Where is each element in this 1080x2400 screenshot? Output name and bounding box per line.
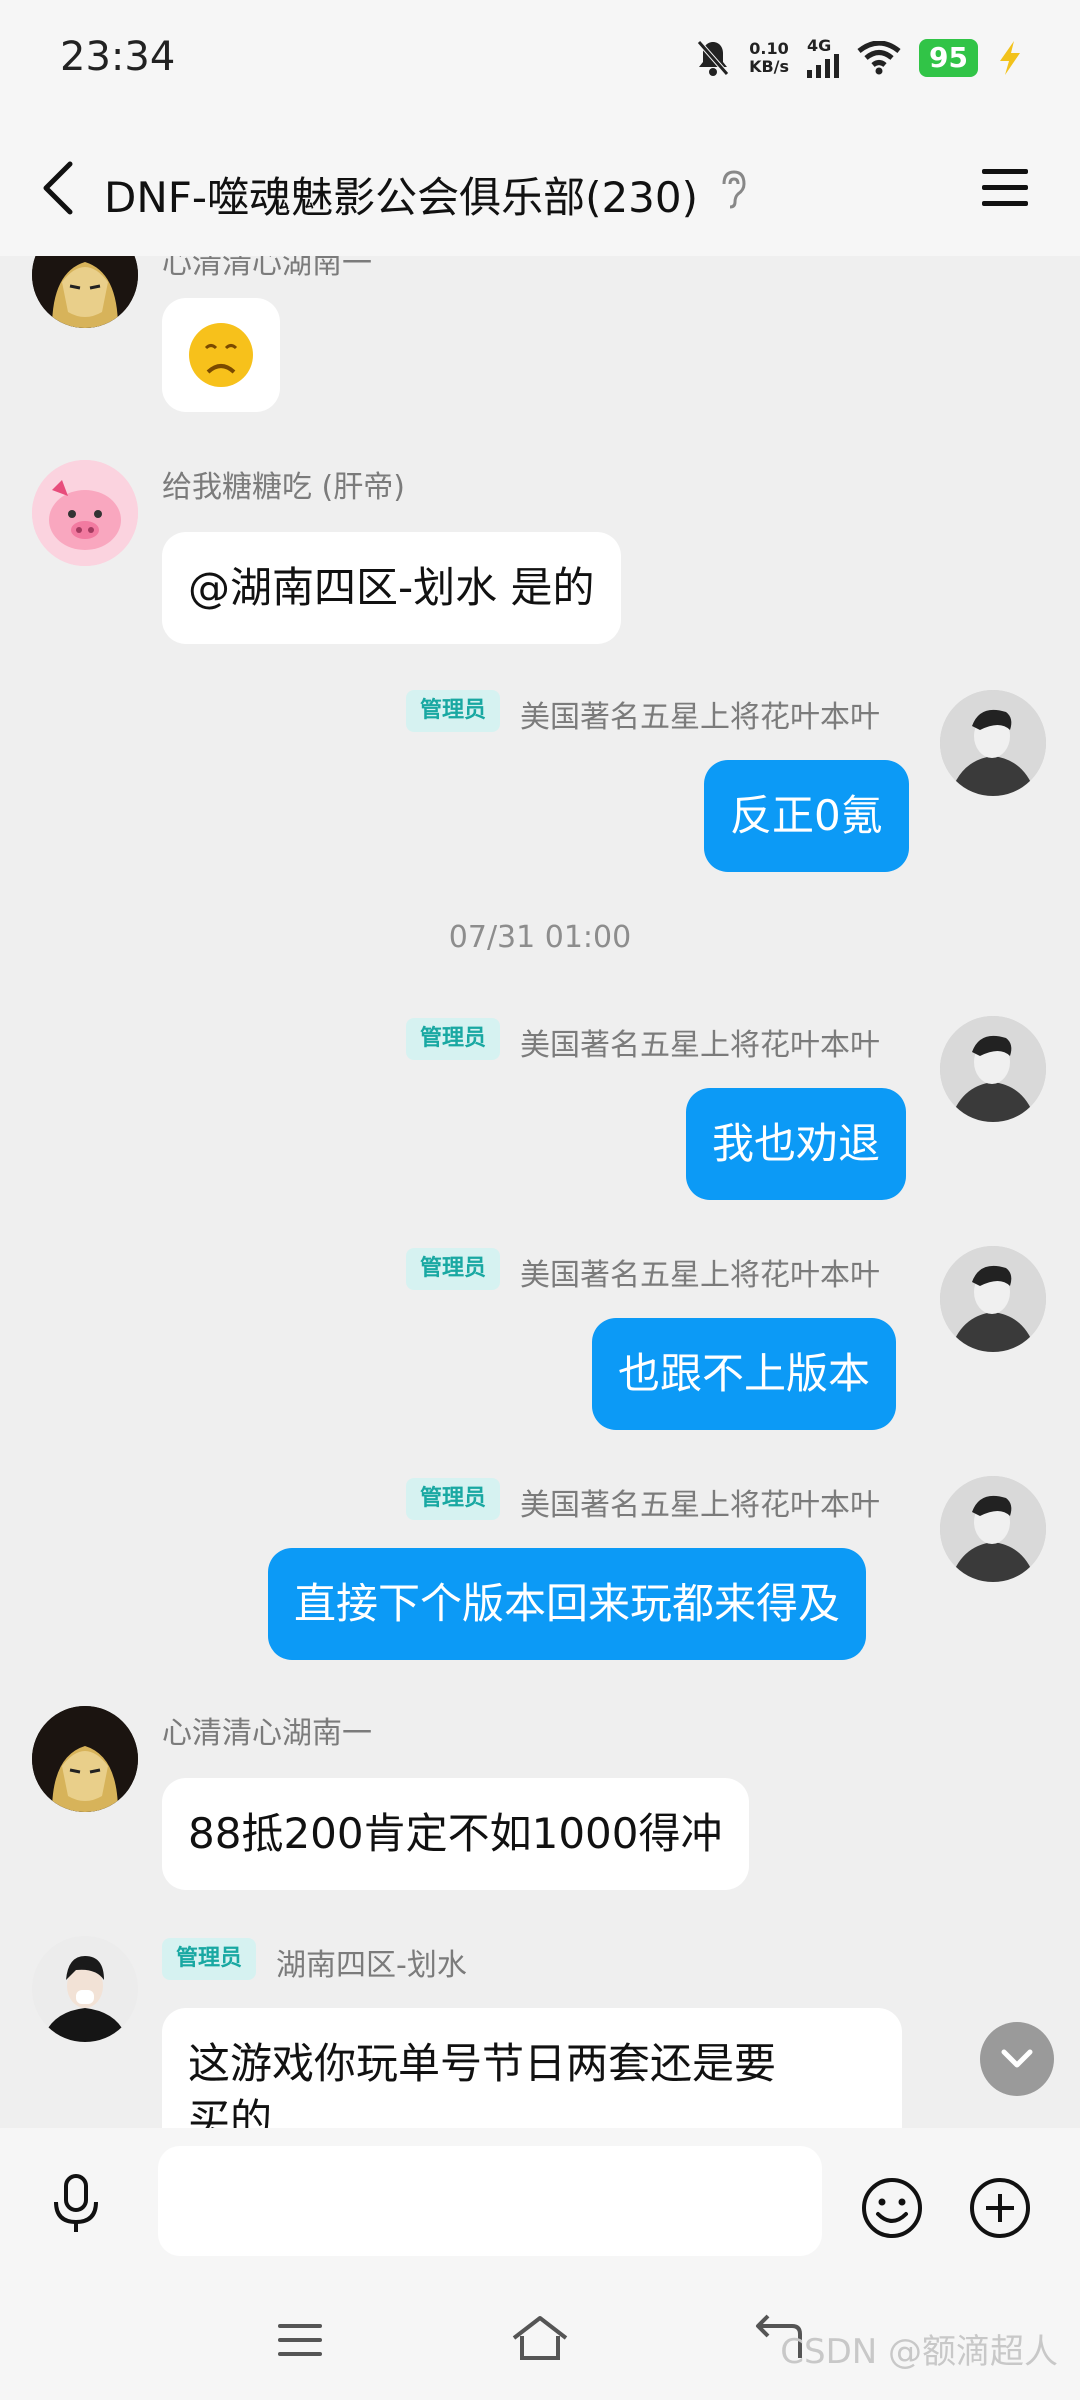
back-arrow-icon[interactable]: [34, 158, 84, 218]
net-speed-unit: KB/s: [749, 57, 790, 76]
watermark: CSDN @额滴超人: [780, 2332, 1058, 2372]
sender-name: 美国著名五星上将花叶本叶: [520, 1258, 880, 1293]
admin-badge: 管理员: [162, 1938, 257, 1980]
add-attachment-icon[interactable]: [968, 2176, 1032, 2240]
chevron-down-icon: [1001, 2049, 1033, 2068]
sender-name: 美国著名五星上将花叶本叶: [520, 700, 880, 735]
status-bar: 23:34 0.10 KB/s 4G 95: [0, 0, 1080, 118]
mute-bell-icon: [697, 40, 729, 76]
message-bubble[interactable]: 这游戏你玩单号节日两套还是要 买的: [162, 2008, 902, 2128]
more-menu-icon[interactable]: [980, 166, 1030, 210]
scroll-to-bottom-button[interactable]: [980, 2022, 1054, 2096]
message-line: 这游戏你玩单号节日两套还是要: [188, 2039, 777, 2088]
battery-level: 95: [919, 39, 978, 77]
group-title: DNF-噬魂魅影公会俱乐部(230): [104, 173, 699, 222]
avatar[interactable]: [32, 460, 138, 566]
sender-name: 心清清心湖南一: [162, 1716, 372, 1751]
avatar[interactable]: [940, 1016, 1046, 1122]
recent-apps-icon[interactable]: [276, 2320, 324, 2360]
chat-header: DNF-噬魂魅影公会俱乐部(230): [0, 118, 1080, 256]
admin-badge: 管理员: [406, 690, 501, 732]
message-bubble[interactable]: 反正0氪: [704, 760, 909, 872]
signal-icon: [807, 54, 840, 78]
input-bar: [0, 2128, 1080, 2280]
avatar[interactable]: [940, 1476, 1046, 1582]
earpiece-mode-icon[interactable]: [716, 168, 752, 210]
sender-name: 给我糖糖吃 (肝帝): [162, 470, 405, 505]
avatar[interactable]: [32, 1936, 138, 2042]
sad-emoji-icon: [189, 323, 253, 387]
message-list[interactable]: 心清清心湖南一 给我糖糖吃 (肝帝) @湖南四区-划水 是的 管理员 美国著名五…: [0, 256, 1080, 2128]
sender-name: 美国著名五星上将花叶本叶: [520, 1028, 880, 1063]
network-type: 4G: [807, 36, 832, 55]
status-icons: 0.10 KB/s 4G 95: [695, 34, 1024, 82]
admin-badge: 管理员: [406, 1248, 501, 1290]
sender-name: 心清清心湖南一: [162, 256, 372, 281]
emoji-icon[interactable]: [860, 2176, 924, 2240]
admin-badge: 管理员: [406, 1018, 501, 1060]
message-bubble[interactable]: @湖南四区-划水 是的: [162, 532, 621, 644]
sender-name: 美国著名五星上将花叶本叶: [520, 1488, 880, 1523]
home-icon[interactable]: [510, 2314, 570, 2364]
wifi-icon: [857, 41, 901, 75]
sender-name: 湖南四区-划水: [276, 1948, 467, 1983]
avatar[interactable]: [940, 690, 1046, 796]
message-bubble[interactable]: [162, 298, 280, 412]
avatar[interactable]: [32, 1706, 138, 1812]
avatar[interactable]: [940, 1246, 1046, 1352]
message-line: 买的: [188, 2095, 273, 2128]
message-bubble[interactable]: 我也劝退: [686, 1088, 907, 1200]
status-time: 23:34: [60, 34, 176, 80]
net-speed: 0.10 KB/s: [749, 40, 789, 76]
voice-input-icon[interactable]: [50, 2174, 102, 2234]
admin-badge: 管理员: [406, 1478, 501, 1520]
message-bubble[interactable]: 也跟不上版本: [592, 1318, 897, 1430]
message-bubble[interactable]: 直接下个版本回来玩都来得及: [268, 1548, 867, 1660]
message-timestamp: 07/31 01:00: [448, 920, 632, 955]
message-bubble[interactable]: 88抵200肯定不如1000得冲: [162, 1778, 749, 1890]
message-input[interactable]: [158, 2146, 822, 2256]
charging-bolt-icon: [1000, 41, 1020, 75]
net-speed-value: 0.10: [749, 39, 789, 58]
system-nav-bar: CSDN @额滴超人: [0, 2280, 1080, 2400]
avatar[interactable]: [32, 256, 138, 328]
